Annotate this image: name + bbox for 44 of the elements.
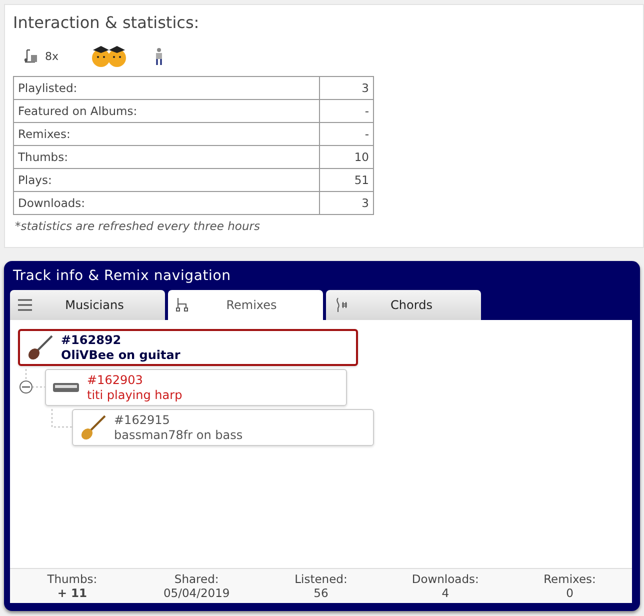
stat-label: Thumbs: <box>47 572 98 586</box>
table-cell: 3 <box>320 76 374 100</box>
stat-value: 56 <box>314 586 328 600</box>
table-cell: Playlisted: <box>14 76 320 100</box>
tab[interactable]: Remixes <box>168 290 323 320</box>
tab[interactable]: Chords <box>326 290 481 320</box>
collapse-connector[interactable] <box>19 369 45 394</box>
table-cell: - <box>320 100 374 122</box>
table-cell: Remixes: <box>14 122 320 146</box>
remix-id: #162915 <box>114 412 171 428</box>
remix-title: OliVBee on guitar <box>61 348 180 362</box>
panel-title: Track info & Remix navigation <box>12 267 232 286</box>
tree-icon <box>176 297 188 313</box>
remix-id: #162892 <box>61 332 122 348</box>
person-icon <box>154 47 163 65</box>
stat-value: 05/04/2019 <box>163 586 230 600</box>
table-cell: Featured on Albums: <box>14 100 320 122</box>
table-cell: 51 <box>320 168 374 192</box>
stat-label: Remixes: <box>544 572 596 586</box>
tab[interactable]: Musicians <box>10 290 165 320</box>
remix-title: bassman78fr on bass <box>114 428 243 442</box>
remix-title: titi playing harp <box>87 388 182 402</box>
stat-label: Shared: <box>174 572 219 586</box>
stat-value: 4 <box>442 586 450 600</box>
stat-value: 0 <box>566 586 574 600</box>
panel-title: Interaction & statistics: <box>13 13 200 32</box>
footnote: *statistics are refreshed every three hours <box>15 219 261 233</box>
thumbs-count: 8x <box>45 50 59 62</box>
remix-node[interactable]: #162903 titi playing harp <box>45 369 347 406</box>
stat-label: Listened: <box>294 572 348 586</box>
menu-icon <box>18 299 32 311</box>
table-cell: Thumbs: <box>14 146 320 168</box>
remix-node[interactable]: #162892 OliVBee on guitar <box>18 329 358 366</box>
remix-node[interactable]: #162915 bassman78fr on bass <box>72 409 374 446</box>
table-cell: Plays: <box>14 168 320 192</box>
music-notation-icon <box>334 297 350 313</box>
stat-label: Downloads: <box>412 572 479 586</box>
table-cell: - <box>320 122 374 146</box>
stat-value: + 11 <box>57 586 88 600</box>
table-cell: 3 <box>320 192 374 214</box>
tree-connector <box>51 409 72 428</box>
table-cell: Downloads: <box>14 192 320 214</box>
remix-id: #162903 <box>87 372 144 388</box>
table-cell: 10 <box>320 146 374 168</box>
